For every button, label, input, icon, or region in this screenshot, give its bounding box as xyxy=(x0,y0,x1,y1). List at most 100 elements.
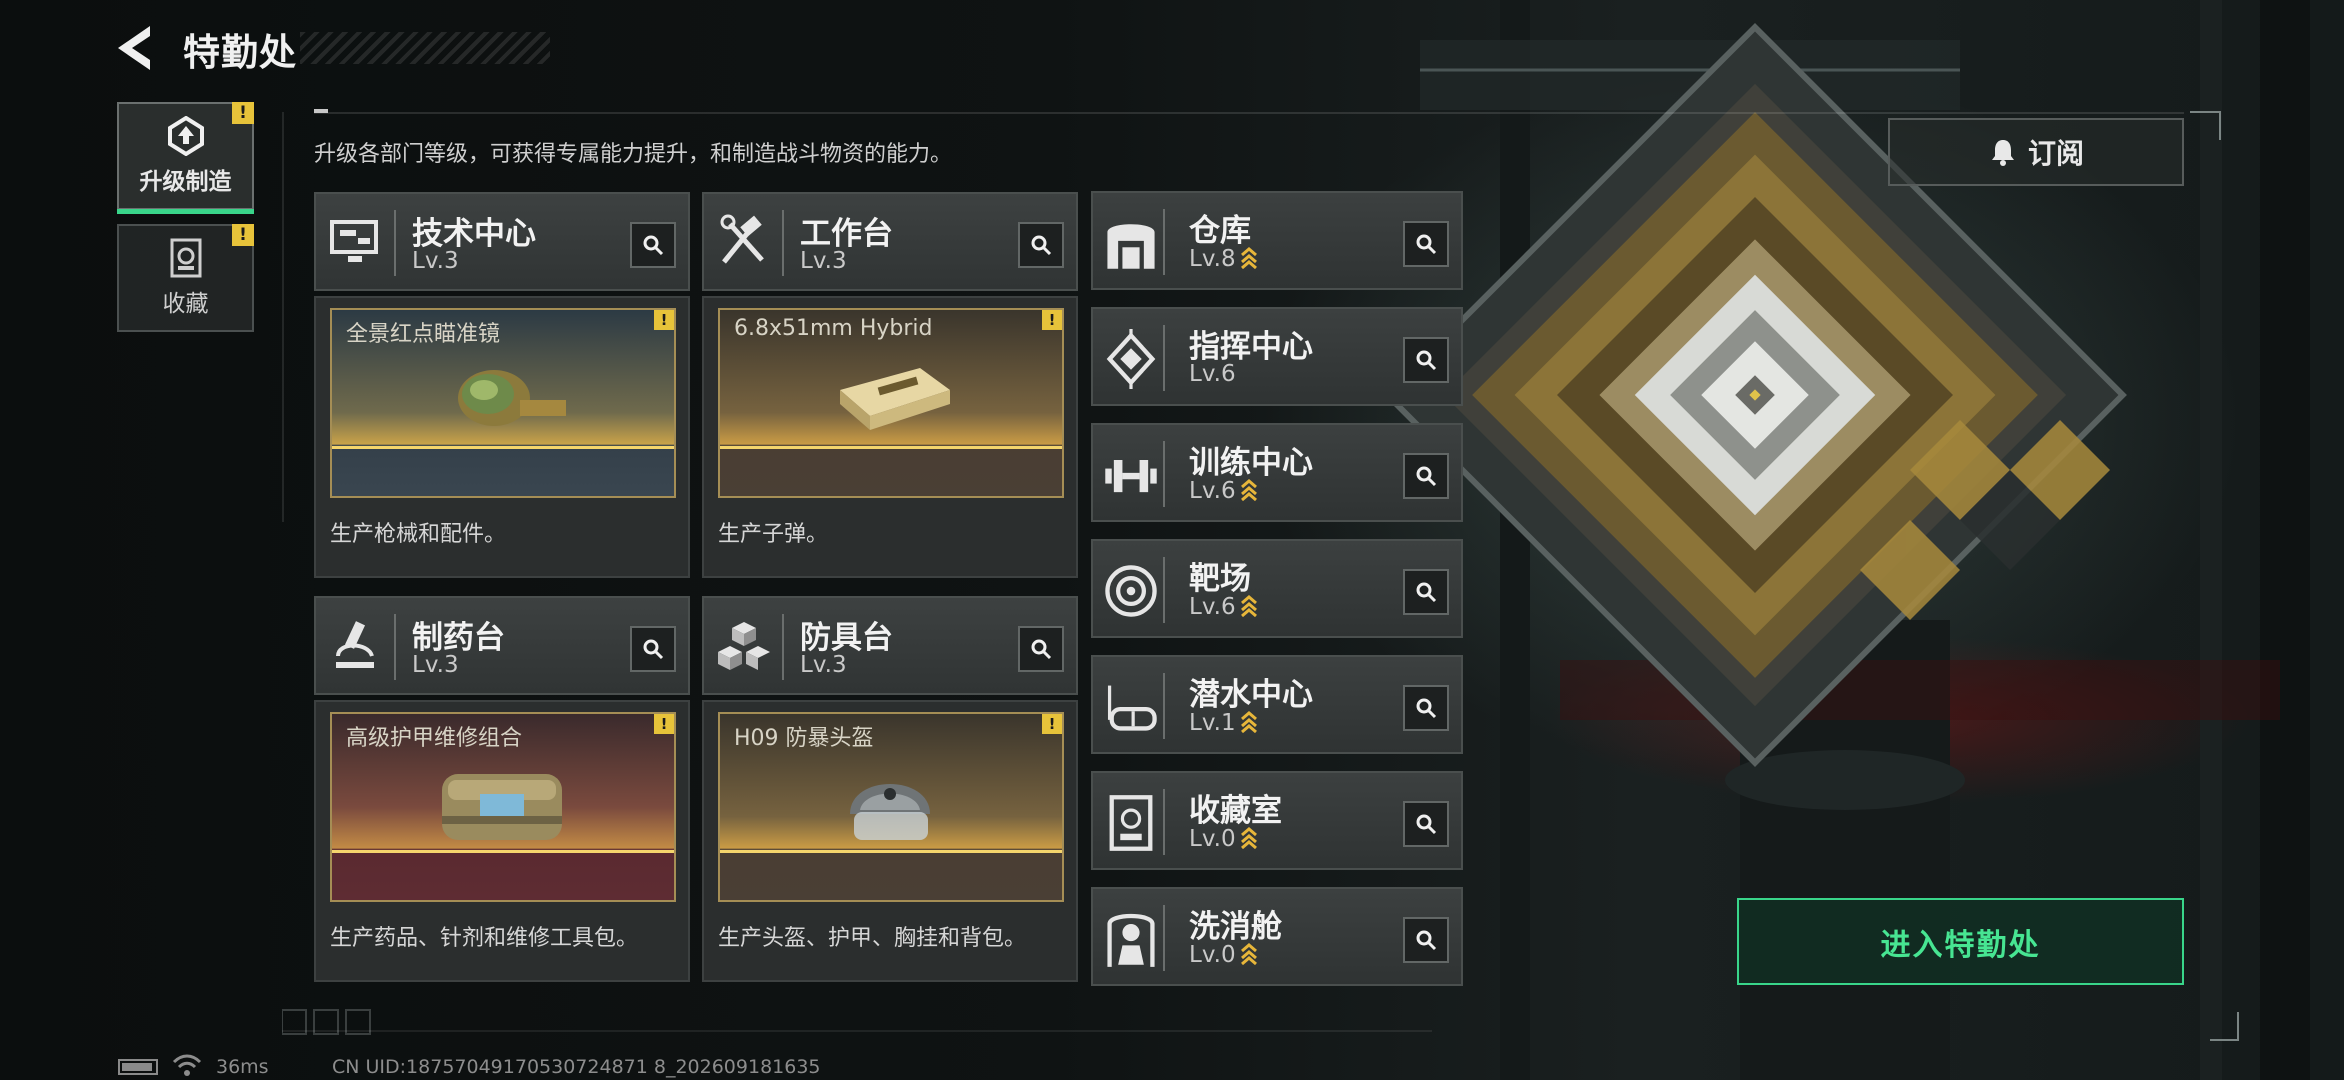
level-text: Lv.0 xyxy=(1189,942,1236,968)
preview-band xyxy=(720,446,1062,449)
search-icon xyxy=(1416,234,1437,255)
facility-collection-room[interactable]: 收藏室 Lv.0 xyxy=(1091,771,1463,870)
facility-level: Lv.6 xyxy=(1189,477,1258,504)
helmet-icon xyxy=(850,784,930,840)
upgrade-chevron-icon xyxy=(1240,943,1257,965)
card-header[interactable]: 工作台 Lv.3 xyxy=(702,192,1078,291)
level-text: Lv.8 xyxy=(1189,246,1236,272)
header-separator xyxy=(1163,209,1165,275)
product-name: 高级护甲维修组合 xyxy=(346,726,523,751)
nav-label: 收藏 xyxy=(162,291,209,317)
upgrade-chevron-icon xyxy=(1240,479,1257,501)
preview-band xyxy=(720,850,1062,853)
facility-name: 收藏室 xyxy=(1189,793,1282,829)
inspect-button[interactable] xyxy=(630,626,676,672)
enter-facility-button[interactable]: 进入特勤处 xyxy=(1737,898,2184,985)
facility-warehouse[interactable]: 仓库 Lv.8 xyxy=(1091,191,1463,290)
facility-description: 生产子弹。 xyxy=(718,522,829,547)
facility-decon-chamber[interactable]: 洗消舱 Lv.0 xyxy=(1091,887,1463,986)
dumbbell-icon xyxy=(1105,460,1157,493)
card-body[interactable]: ! 高级护甲维修组合 生产药品、针剂和维修工具包。 xyxy=(314,700,690,982)
chip-icon xyxy=(1106,329,1156,389)
bottom-divider xyxy=(282,1030,1432,1032)
production-preview[interactable]: ! H09 防暴头盔 xyxy=(718,712,1064,902)
back-button[interactable] xyxy=(114,24,160,72)
facility-level: Lv.0 xyxy=(1189,941,1258,968)
page-description: 升级各部门等级，可获得专属能力提升，和制造战斗物资的能力。 xyxy=(314,142,953,167)
alert-badge: ! xyxy=(232,102,254,124)
repair-kit-icon xyxy=(442,774,562,840)
header-separator xyxy=(1163,441,1165,507)
hazmat-icon xyxy=(1107,913,1155,967)
preview-band xyxy=(332,850,674,853)
facility-name: 工作台 xyxy=(800,216,893,252)
upgrade-chevron-icon xyxy=(1240,827,1257,849)
alert-badge: ! xyxy=(1042,310,1062,330)
inspect-button[interactable] xyxy=(1018,626,1064,672)
subscribe-button[interactable]: 订阅 xyxy=(1888,118,2184,186)
inspect-button[interactable] xyxy=(1018,222,1064,268)
inspect-button[interactable] xyxy=(1403,221,1449,267)
card-body[interactable]: ! H09 防暴头盔 生产头盔、护甲、胸挂和背包。 xyxy=(702,700,1078,982)
facility-description: 生产头盔、护甲、胸挂和背包。 xyxy=(718,926,1027,951)
nav-upgrade-craft[interactable]: ! 升级制造 xyxy=(117,102,254,214)
inspect-button[interactable] xyxy=(630,222,676,268)
facility-diving-center[interactable]: 潜水中心 Lv.1 xyxy=(1091,655,1463,754)
header-separator xyxy=(1163,557,1165,623)
facility-level: Lv.3 xyxy=(412,248,459,274)
card-body[interactable]: ! 6.8x51mm Hybrid 生产子弹。 xyxy=(702,296,1078,578)
search-icon xyxy=(1416,698,1437,719)
header-separator xyxy=(394,614,396,680)
facility-training-center[interactable]: 训练中心 Lv.6 xyxy=(1091,423,1463,522)
facility-description: 生产枪械和配件。 xyxy=(330,522,507,547)
card-body[interactable]: ! 全景红点瞄准镜 生产枪械和配件。 xyxy=(314,296,690,578)
card-header[interactable]: 技术中心 Lv.3 xyxy=(314,192,690,291)
search-icon xyxy=(1416,930,1437,951)
alert-badge: ! xyxy=(654,714,674,734)
facility-description: 生产药品、针剂和维修工具包。 xyxy=(330,926,639,951)
facility-command-center[interactable]: 指挥中心 Lv.6 xyxy=(1091,307,1463,406)
search-icon xyxy=(1416,582,1437,603)
battery-icon xyxy=(118,1059,158,1075)
search-icon xyxy=(1031,235,1052,256)
facility-name: 技术中心 xyxy=(412,216,536,252)
inspect-button[interactable] xyxy=(1403,801,1449,847)
header-separator xyxy=(1163,905,1165,971)
inspect-button[interactable] xyxy=(1403,569,1449,615)
production-preview[interactable]: ! 高级护甲维修组合 xyxy=(330,712,676,902)
level-text: Lv.1 xyxy=(1189,710,1236,736)
status-bar: 36ms CN UID:18757049170530724871 8_20260… xyxy=(0,1052,2344,1080)
facility-name: 训练中心 xyxy=(1189,445,1313,481)
search-icon xyxy=(643,639,664,660)
facility-shooting-range[interactable]: 靶场 Lv.6 xyxy=(1091,539,1463,638)
header-separator xyxy=(394,210,396,276)
level-text: Lv.6 xyxy=(1189,594,1236,620)
nav-collection[interactable]: ! 收藏 xyxy=(117,224,254,332)
enter-label: 进入特勤处 xyxy=(1880,927,2041,963)
inspect-button[interactable] xyxy=(1403,337,1449,383)
search-icon xyxy=(1416,814,1437,835)
production-preview[interactable]: ! 6.8x51mm Hybrid xyxy=(718,308,1064,498)
inspect-button[interactable] xyxy=(1403,453,1449,499)
nav-label: 升级制造 xyxy=(139,169,232,195)
microscope-icon xyxy=(336,621,374,668)
alert-badge: ! xyxy=(654,310,674,330)
facility-level: Lv.6 xyxy=(1189,593,1258,620)
inspect-button[interactable] xyxy=(1403,917,1449,963)
search-icon xyxy=(1416,466,1437,487)
card-header[interactable]: 防具台 Lv.3 xyxy=(702,596,1078,695)
facility-name: 潜水中心 xyxy=(1189,677,1313,713)
inspect-button[interactable] xyxy=(1403,685,1449,731)
search-icon xyxy=(1031,639,1052,660)
target-icon xyxy=(1105,565,1157,617)
tools-icon xyxy=(720,214,764,264)
title-decoration xyxy=(300,32,550,64)
production-preview[interactable]: ! 全景红点瞄准镜 xyxy=(330,308,676,498)
level-text: Lv.6 xyxy=(1189,478,1236,504)
search-icon xyxy=(643,235,664,256)
facility-level: Lv.8 xyxy=(1189,245,1258,272)
upgrade-chevron-icon xyxy=(1240,247,1257,269)
ping-readout: 36ms xyxy=(216,1056,269,1078)
product-name: H09 防暴头盔 xyxy=(734,726,874,751)
card-header[interactable]: 制药台 Lv.3 xyxy=(314,596,690,695)
